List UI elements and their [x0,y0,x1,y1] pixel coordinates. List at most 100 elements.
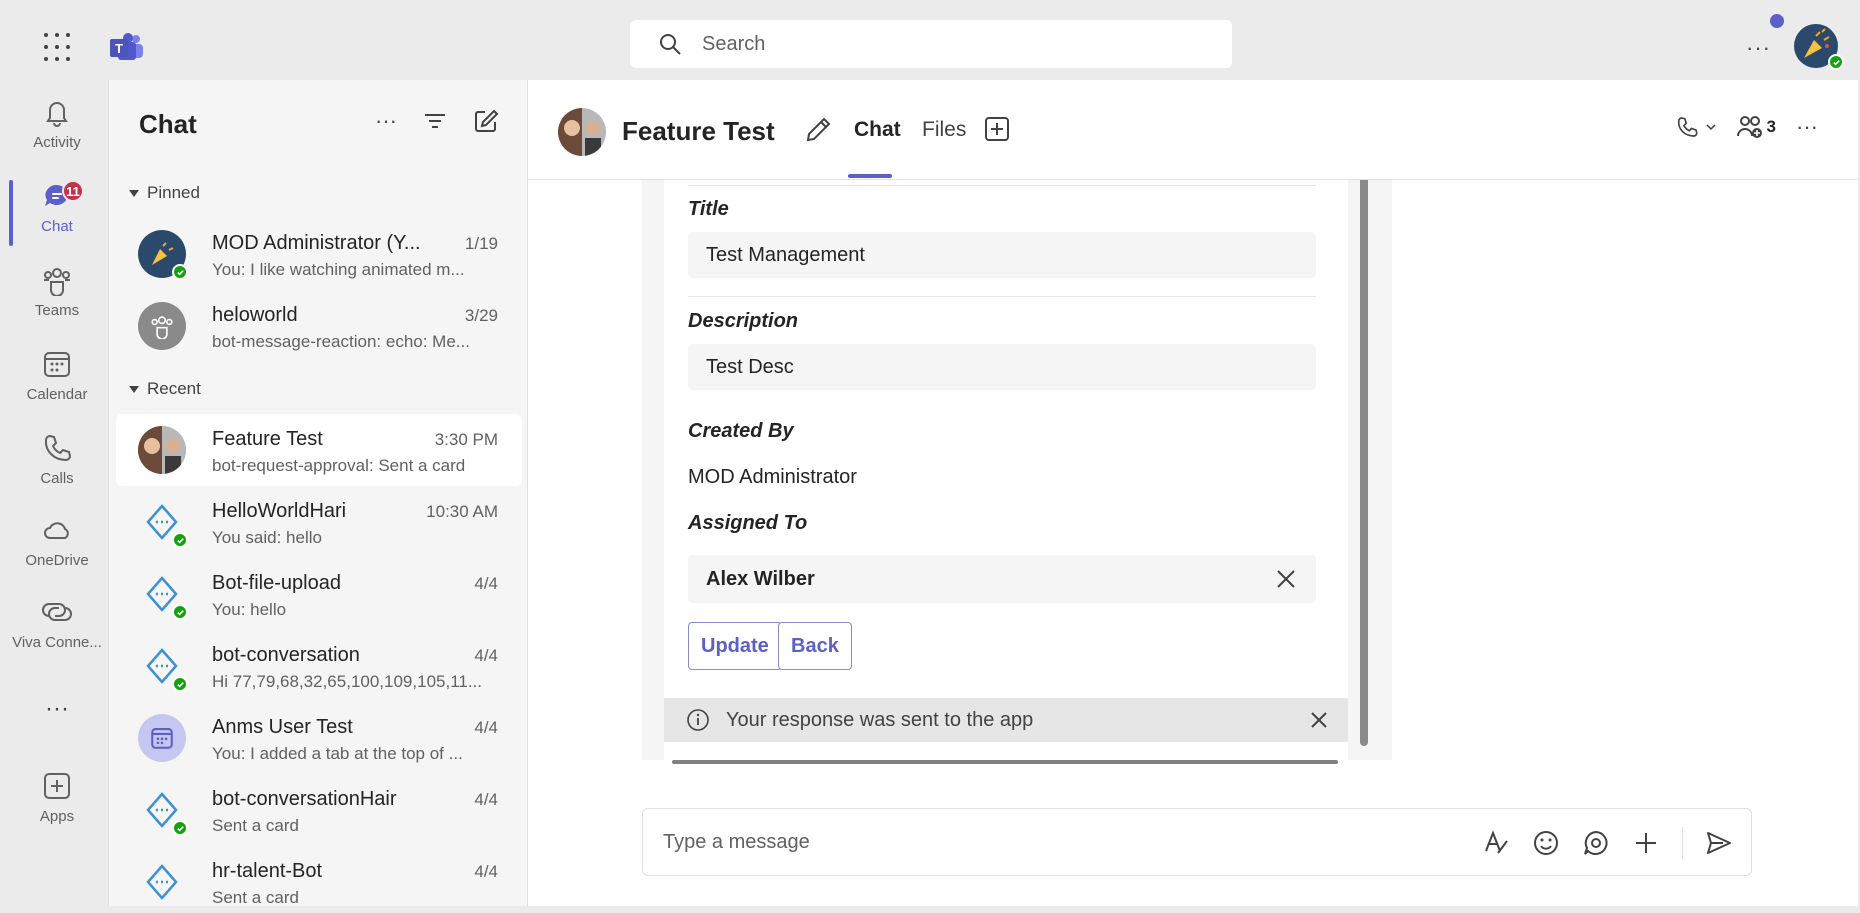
chat-name: Anms User Test [212,716,353,738]
chat-name: HelloWorldHari [212,500,347,522]
chat-name: bot-conversation [212,644,360,666]
chat-name: Feature Test [212,428,323,450]
chat-time: 4/4 [474,646,498,665]
people-add-icon [1736,116,1762,138]
created-by-label: Created By [688,420,794,442]
chat-list-item[interactable]: Anms User Test 4/4 You: I added a tab at… [116,702,522,774]
card-scrollbar[interactable] [1360,180,1368,746]
rail-more-icon[interactable]: ··· [6,695,108,723]
active-tab-underline [848,174,892,178]
emoji-icon[interactable] [1532,829,1560,857]
app-rail: Activity Chat 11 Teams Calendar Calls On… [6,80,108,906]
compose-divider [1682,827,1683,859]
chat-name: MOD Administrator (Y... [212,232,421,254]
tab-files[interactable]: Files [922,118,966,142]
settings-more-icon[interactable]: ··· [1746,35,1771,61]
bot-icon [146,864,178,900]
rail-item-calls[interactable]: Calls [6,422,108,506]
back-button[interactable]: Back [778,622,852,670]
title-label: Title [688,198,729,220]
rail-item-activity[interactable]: Activity [6,86,108,170]
chat-list-pane: Chat ··· Pinned MOD Administrator (Y... … [108,80,528,906]
group-avatar [558,108,606,156]
presence-available-icon [172,604,188,620]
chat-time: 10:30 AM [426,502,498,521]
group-photo-icon [138,426,186,474]
search-icon [660,34,681,55]
add-tab-icon[interactable] [984,116,1010,142]
new-chat-icon[interactable] [473,108,499,134]
response-message: Your response was sent to the app [726,708,1034,731]
tab-chat[interactable]: Chat [854,118,901,142]
chat-list-item[interactable]: bot-conversationHair 4/4 Sent a card [116,774,522,846]
chat-list-header: Chat ··· [109,80,527,168]
chat-list-item[interactable]: bot-conversation 4/4 Hi 77,79,68,32,65,1… [116,630,522,702]
chat-preview: You: I like watching animated m... [212,260,465,279]
chat-name: bot-conversationHair [212,788,397,810]
rename-pencil-icon[interactable] [804,116,832,144]
rail-item-apps[interactable]: Apps [6,760,108,844]
rail-item-teams[interactable]: Teams [6,254,108,338]
conversation-pane: Feature Test Chat Files 3 ··· Title Test… [528,80,1858,906]
phone-icon [1677,117,1698,137]
title-bar: T Search ··· [6,8,1858,80]
compose-placeholder: Type a message [663,831,810,853]
remove-person-icon[interactable] [1276,569,1296,589]
pinned-section-header[interactable]: Pinned [109,168,527,218]
chat-list-item[interactable]: heloworld 3/29 bot-message-reaction: ech… [116,290,522,362]
chat-more-options-icon[interactable]: ··· [375,108,397,134]
assigned-to-picker[interactable]: Alex Wilber [688,555,1316,603]
search-box[interactable]: Search [630,20,1232,68]
collapse-caret-icon [129,385,139,393]
teams-icon [44,268,70,296]
chat-unread-badge: 11 [62,180,84,202]
group-icon [151,316,173,339]
bell-icon [46,102,68,127]
chat-preview: You said: hello [212,528,322,547]
compose-box[interactable]: Type a message [642,808,1752,876]
rail-item-viva[interactable]: Viva Conne... [6,586,108,670]
rail-item-chat[interactable]: Chat 11 [6,170,108,254]
chat-list-item[interactable]: HelloWorldHari 10:30 AM You said: hello [116,486,522,558]
card-bottom-edge [672,760,1338,764]
description-field[interactable]: Test Desc [688,344,1316,390]
viva-icon [42,603,72,621]
title-field[interactable]: Test Management [688,232,1316,278]
phone-icon [44,434,72,462]
rail-item-onedrive[interactable]: OneDrive [6,504,108,588]
description-label: Description [688,310,799,332]
send-icon[interactable] [1705,829,1733,857]
chat-name: hr-talent-Bot [212,860,323,882]
loop-icon[interactable] [1582,829,1610,857]
chat-time: 3/29 [464,306,498,325]
chat-preview: bot-message-reaction: echo: Me... [212,332,470,351]
assigned-person-name: Alex Wilber [706,567,815,590]
conversation-more-icon[interactable]: ··· [1796,114,1818,140]
avatar [138,714,186,762]
chat-list-item[interactable]: MOD Administrator (Y... 1/19 You: I like… [116,218,522,290]
rail-label-chat: Chat [41,218,73,235]
participants-button[interactable]: 3 [1736,114,1776,140]
chat-preview: Sent a card [212,816,299,835]
chat-time: 3:30 PM [434,430,498,449]
card-divider [688,296,1316,297]
user-presence-icon [1828,54,1844,70]
created-by-value: MOD Administrator [688,466,857,488]
filter-icon[interactable] [423,109,447,133]
chat-list-item[interactable]: hr-talent-Bot 4/4 Sent a card [116,846,522,906]
format-icon[interactable] [1482,829,1510,857]
rail-item-calendar[interactable]: Calendar [6,338,108,422]
add-icon[interactable] [1632,829,1660,857]
call-button[interactable] [1675,115,1717,139]
chat-list-item[interactable]: Bot-file-upload 4/4 You: hello [116,558,522,630]
recent-section-header[interactable]: Recent [109,364,527,414]
chat-name: Bot-file-upload [212,572,341,594]
update-button[interactable]: Update [688,622,782,670]
app-launcher-icon[interactable] [44,33,74,63]
cloud-icon [44,522,69,539]
collapse-caret-icon [129,189,139,197]
close-icon[interactable] [1310,711,1328,729]
chat-preview: You: I added a tab at the top of ... [212,744,463,763]
avatar [138,858,186,906]
chat-list-item-selected[interactable]: Feature Test 3:30 PM bot-request-approva… [116,414,522,486]
